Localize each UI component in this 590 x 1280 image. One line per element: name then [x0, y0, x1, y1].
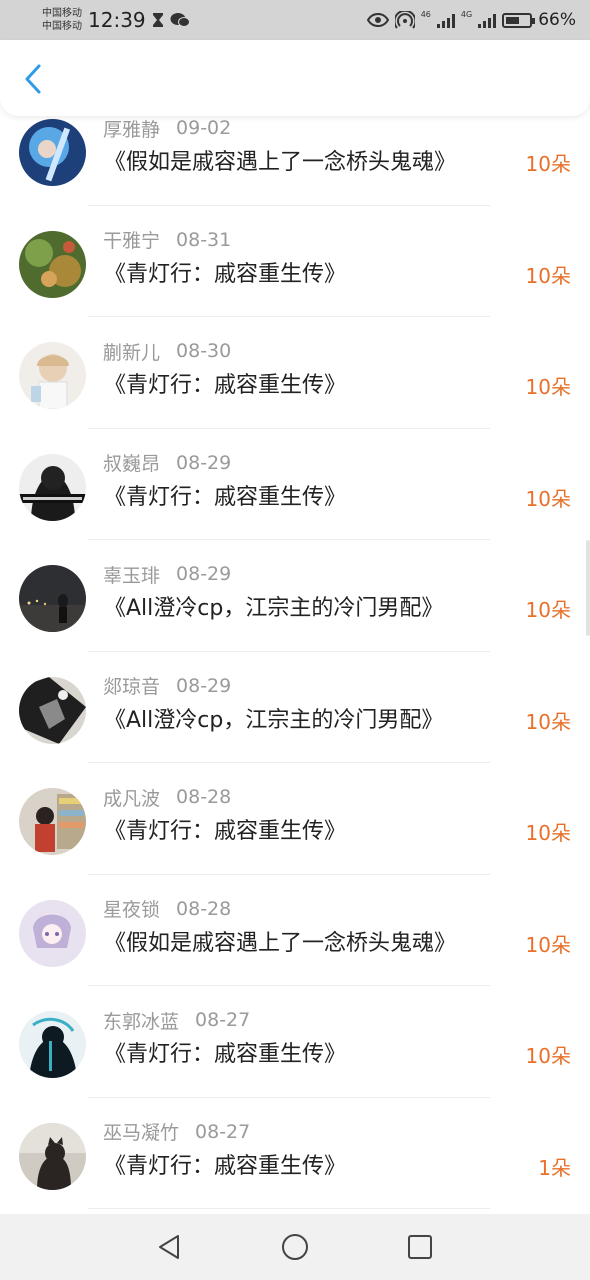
avatar-image [19, 342, 86, 409]
book-title[interactable]: 《青灯行：戚容重生传》 [104, 369, 514, 403]
sim1-label: 46 [420, 10, 431, 19]
avatar-image [19, 676, 86, 744]
carrier-1: 中国移动 [42, 8, 82, 19]
gift-date: 08-29 [176, 674, 232, 697]
hourglass-icon [152, 13, 163, 27]
book-title[interactable]: 《假如是戚容遇上了一念桥头鬼魂》 [104, 146, 514, 180]
user-name: 厚雅静 [103, 118, 161, 141]
back-button[interactable] [16, 62, 50, 96]
user-name: 叔巍昂 [103, 453, 161, 475]
user-avatar[interactable] [19, 899, 86, 967]
gift-record-item[interactable]: 厚雅静 09-02 《假如是戚容遇上了一念桥头鬼魂》 10朵 [0, 116, 590, 206]
user-name: 巫马凝竹 [103, 1122, 180, 1144]
book-title[interactable]: 《青灯行：戚容重生传》 [104, 815, 514, 849]
row-divider [88, 1208, 490, 1209]
user-name: 郯琼音 [103, 676, 161, 698]
hotspot-icon [394, 11, 415, 29]
book-title[interactable]: 《青灯行：戚容重生传》 [104, 481, 514, 515]
flower-count: 1朵 [538, 1155, 571, 1180]
carrier-labels: 中国移动 中国移动 [42, 7, 82, 33]
user-name: 星夜锁 [103, 899, 161, 921]
top-app-bar [0, 40, 590, 116]
gift-record-item[interactable]: 蒯新儿 08-30 《青灯行：戚容重生传》 10朵 [0, 317, 590, 429]
user-avatar[interactable] [19, 119, 86, 186]
gift-date: 08-28 [176, 897, 232, 920]
user-name: 干雅宁 [103, 230, 161, 252]
flower-count: 10朵 [525, 821, 571, 845]
gift-record-list[interactable]: 厚雅静 09-02 《假如是戚容遇上了一念桥头鬼魂》 10朵 干雅宁 08-31… [0, 116, 590, 1214]
sim2-label: 4G [460, 10, 473, 19]
avatar-image [19, 119, 86, 186]
battery-percent: 66% [538, 10, 576, 30]
user-avatar[interactable] [19, 230, 86, 298]
gift-date: 08-29 [176, 563, 232, 585]
avatar-image [19, 230, 86, 298]
gift-date: 08-27 [195, 1120, 251, 1143]
gift-date: 08-30 [176, 340, 232, 362]
circle-home-icon [282, 1234, 308, 1260]
user-name: 东郭冰蓝 [103, 1010, 180, 1033]
status-time: 12:39 [88, 8, 146, 32]
gift-record-item[interactable]: 成凡波 08-28 《青灯行：戚容重生传》 10朵 [0, 763, 590, 875]
user-avatar[interactable] [19, 1011, 86, 1078]
flower-count: 10朵 [525, 263, 571, 288]
gift-record-item[interactable]: 星夜锁 08-28 《假如是戚容遇上了一念桥头鬼魂》 10朵 [0, 875, 590, 986]
user-avatar[interactable] [19, 565, 86, 632]
user-name: 蒯新儿 [103, 341, 161, 364]
flower-count: 10朵 [525, 486, 571, 511]
signal-icon [436, 12, 455, 28]
status-bar: 中国移动 中国移动 12:39 46 4G 66% [0, 0, 590, 40]
gift-record-item[interactable]: 叔巍昂 08-29 《青灯行：戚容重生传》 10朵 [0, 429, 590, 540]
user-avatar[interactable] [19, 453, 86, 521]
avatar-image [19, 565, 86, 632]
nav-recents-button[interactable] [405, 1232, 435, 1262]
gift-record-item[interactable]: 干雅宁 08-31 《青灯行：戚容重生传》 10朵 [0, 206, 590, 317]
gift-date: 08-27 [195, 1009, 251, 1031]
gift-date: 08-31 [176, 228, 232, 251]
triangle-back-icon [159, 1235, 179, 1259]
book-title[interactable]: 《青灯行：戚容重生传》 [104, 1038, 514, 1072]
system-nav-bar [0, 1214, 590, 1280]
gift-date: 08-28 [176, 786, 232, 808]
eye-icon [366, 13, 389, 27]
nav-back-button[interactable] [154, 1232, 184, 1262]
avatar-image [19, 788, 86, 855]
book-title[interactable]: 《All澄冷cp，江宗主的冷门男配》 [104, 704, 514, 738]
avatar-image [19, 453, 86, 521]
chevron-left-icon [25, 64, 41, 94]
flower-count: 10朵 [525, 1044, 571, 1068]
battery-icon [502, 12, 536, 28]
gift-record-item[interactable]: 巫马凝竹 08-27 《青灯行：戚容重生传》 1朵 [0, 1098, 590, 1209]
scrollbar[interactable] [586, 540, 590, 636]
book-title[interactable]: 《青灯行：戚容重生传》 [104, 1150, 514, 1184]
avatar-image [19, 899, 86, 967]
flower-count: 10朵 [525, 598, 571, 622]
gift-date: 08-29 [176, 451, 232, 474]
user-avatar[interactable] [19, 1122, 86, 1190]
gift-date: 09-02 [176, 117, 232, 139]
user-name: 成凡波 [103, 787, 161, 810]
book-title[interactable]: 《All澄冷cp，江宗主的冷门男配》 [104, 592, 514, 626]
flower-count: 10朵 [525, 709, 571, 734]
nav-home-button[interactable] [280, 1232, 310, 1262]
gift-record-item[interactable]: 郯琼音 08-29 《All澄冷cp，江宗主的冷门男配》 10朵 [0, 652, 590, 763]
wechat-icon [170, 13, 190, 27]
book-title[interactable]: 《青灯行：戚容重生传》 [104, 258, 514, 292]
square-recents-icon [408, 1235, 432, 1259]
avatar-image [19, 1011, 86, 1078]
book-title[interactable]: 《假如是戚容遇上了一念桥头鬼魂》 [104, 927, 514, 961]
user-avatar[interactable] [19, 676, 86, 744]
gift-record-item[interactable]: 辜玉琲 08-29 《All澄冷cp，江宗主的冷门男配》 10朵 [0, 540, 590, 652]
avatar-image [19, 1122, 86, 1190]
signal-icon-2 [478, 12, 497, 28]
carrier-2: 中国移动 [42, 21, 82, 32]
user-avatar[interactable] [19, 342, 86, 409]
user-avatar[interactable] [19, 788, 86, 855]
gift-record-item[interactable]: 东郭冰蓝 08-27 《青灯行：戚容重生传》 10朵 [0, 986, 590, 1098]
user-name: 辜玉琲 [103, 564, 161, 587]
flower-count: 10朵 [525, 152, 571, 176]
flower-count: 10朵 [525, 932, 571, 957]
flower-count: 10朵 [525, 375, 571, 399]
